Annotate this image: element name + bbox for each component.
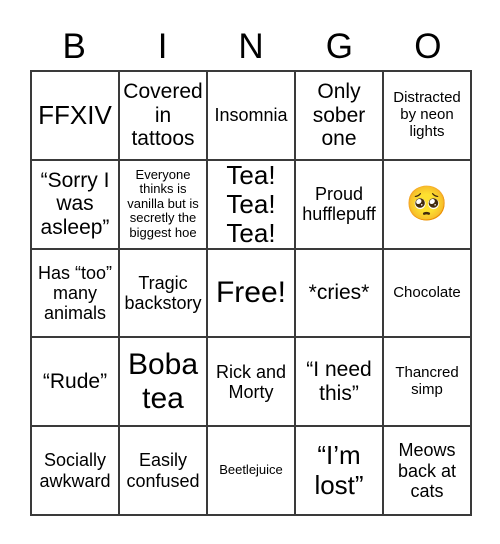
header-letter-i: I <box>157 26 168 66</box>
bingo-grid: FFXIV Covered in tattoos Insomnia Only s… <box>30 70 472 516</box>
bingo-card: B I N G O FFXIV Covered in tattoos Insom… <box>0 0 500 544</box>
bingo-header: B I N G O <box>30 22 472 70</box>
bingo-cell-label: “I need this” <box>306 358 372 405</box>
bingo-cell[interactable]: Has “too” many animals <box>32 249 120 339</box>
bingo-cell-label: *cries* <box>308 281 370 305</box>
bingo-cell-label: Tea! Tea! Tea! <box>226 160 276 248</box>
bingo-cell[interactable]: Boba tea <box>120 338 208 428</box>
bingo-cell-label: “I’m lost” <box>314 440 364 500</box>
bingo-cell-label: Insomnia <box>214 105 288 126</box>
bingo-cell-label: Easily confused <box>126 450 200 491</box>
bingo-cell-label: Boba tea <box>127 348 199 415</box>
bingo-cell-label: Thancred simp <box>395 363 459 398</box>
header-letter-n: N <box>238 26 264 66</box>
bingo-cell-label: Proud hufflepuff <box>302 184 376 225</box>
bingo-cell[interactable]: “Sorry I was asleep” <box>32 160 120 250</box>
bingo-cell-emoji[interactable]: 🥺 <box>384 160 472 250</box>
bingo-cell-label: Covered in tattoos <box>123 80 203 151</box>
bingo-cell[interactable]: Beetlejuice <box>208 427 296 516</box>
bingo-cell-label: Has “too” many animals <box>37 262 113 324</box>
bingo-cell[interactable]: Only sober one <box>296 72 384 161</box>
bingo-cell-label: “Rude” <box>42 370 108 394</box>
bingo-cell-label: Meows back at cats <box>397 440 457 501</box>
header-letter-b: B <box>62 26 86 66</box>
bingo-cell-free[interactable]: Free! <box>208 249 296 339</box>
bingo-cell[interactable]: Distracted by neon lights <box>384 72 472 161</box>
bingo-cell[interactable]: Thancred simp <box>384 338 472 428</box>
bingo-cell-label: Chocolate <box>393 283 461 301</box>
bingo-cell[interactable]: Insomnia <box>208 72 296 161</box>
bingo-cell-label: Everyone thinks is vanilla but is secret… <box>127 166 199 241</box>
bingo-cell-label: Only sober one <box>312 80 366 151</box>
header-letter-g: G <box>325 26 354 66</box>
bingo-cell[interactable]: “I need this” <box>296 338 384 428</box>
bingo-cell-label: Beetlejuice <box>219 462 283 478</box>
bingo-cell-label: “Sorry I was asleep” <box>40 168 110 239</box>
bingo-cell[interactable]: Rick and Morty <box>208 338 296 428</box>
bingo-cell-label: Rick and Morty <box>215 361 287 402</box>
bingo-cell-label: Free! <box>215 276 287 310</box>
bingo-cell[interactable]: Meows back at cats <box>384 427 472 516</box>
bingo-cell-label: Distracted by neon lights <box>393 89 461 140</box>
bingo-cell[interactable]: Proud hufflepuff <box>296 160 384 250</box>
bingo-cell[interactable]: Easily confused <box>120 427 208 516</box>
bingo-cell-label: Tragic backstory <box>124 272 202 313</box>
bingo-cell[interactable]: Covered in tattoos <box>120 72 208 161</box>
bingo-cell[interactable]: Tea! Tea! Tea! <box>208 160 296 250</box>
bingo-cell[interactable]: *cries* <box>296 249 384 339</box>
bingo-cell[interactable]: Everyone thinks is vanilla but is secret… <box>120 160 208 250</box>
bingo-cell[interactable]: “Rude” <box>32 338 120 428</box>
bingo-cell-label: FFXIV <box>38 99 112 130</box>
bingo-cell[interactable]: Tragic backstory <box>120 249 208 339</box>
bingo-cell[interactable]: Socially awkward <box>32 427 120 516</box>
header-letter-o: O <box>414 26 442 66</box>
bingo-cell-label: Socially awkward <box>39 450 111 491</box>
bingo-cell[interactable]: Chocolate <box>384 249 472 339</box>
bingo-cell[interactable]: FFXIV <box>32 72 120 161</box>
bingo-cell[interactable]: “I’m lost” <box>296 427 384 516</box>
pleading-face-icon: 🥺 <box>405 185 449 224</box>
